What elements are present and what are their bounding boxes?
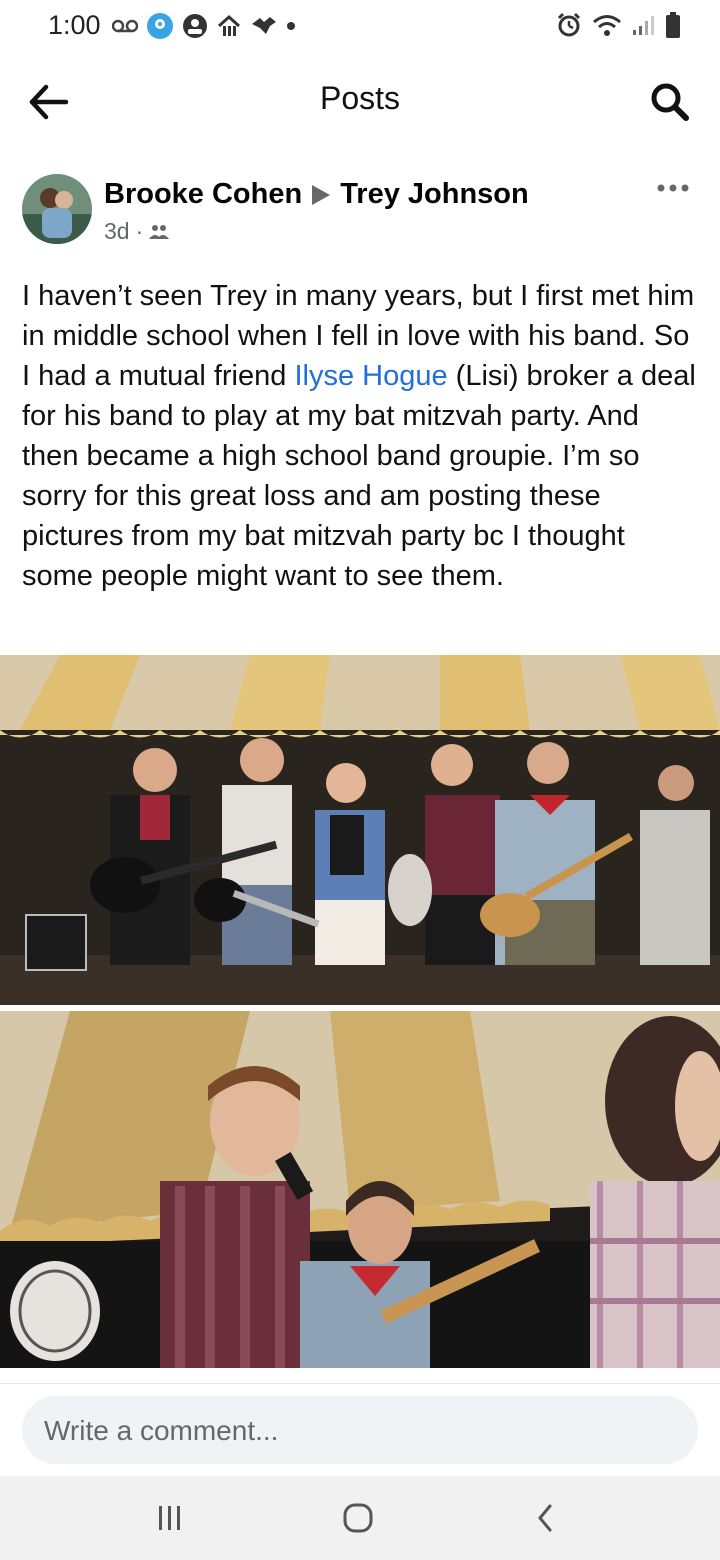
- search-icon: [651, 83, 689, 121]
- home-circle-icon: [343, 1503, 373, 1533]
- arrow-right-icon: [312, 184, 331, 205]
- post-text: I haven’t seen Trey in many years, but I…: [22, 276, 702, 596]
- post-meta: 3d ·: [104, 218, 170, 245]
- status-bar: 1:00: [0, 0, 720, 56]
- home-button[interactable]: [336, 1496, 380, 1540]
- status-icons-right: [556, 12, 680, 38]
- post-photo-2[interactable]: [0, 1011, 720, 1368]
- back-nav-button[interactable]: [524, 1496, 568, 1540]
- home-icon: [217, 14, 241, 36]
- author-line: Brooke Cohen Trey Johnson: [104, 178, 529, 211]
- recent-apps-button[interactable]: [148, 1496, 192, 1540]
- page-title: Posts: [319, 80, 401, 116]
- mention-link[interactable]: Ilyse Hogue: [294, 360, 447, 392]
- author-avatar[interactable]: [22, 174, 92, 244]
- dot-icon: [287, 22, 295, 30]
- search-button[interactable]: [646, 78, 694, 126]
- signal-icon: [633, 16, 654, 35]
- comment-input[interactable]: [42, 1396, 676, 1466]
- post-text-after-link: (Lisi) broker a deal for his band to pla…: [22, 360, 696, 592]
- more-options-button[interactable]: [656, 178, 690, 198]
- bird-icon: [252, 17, 276, 34]
- wifi-icon: [593, 15, 621, 36]
- post-header: Brooke Cohen Trey Johnson 3d ·: [0, 168, 720, 252]
- comment-box[interactable]: [22, 1396, 698, 1466]
- account-icon: [183, 14, 207, 38]
- more-icon: [657, 184, 689, 192]
- author-name[interactable]: Brooke Cohen: [104, 178, 302, 211]
- meta-separator: ·: [135, 218, 144, 244]
- friends-icon: [149, 224, 170, 239]
- alarm-icon: [557, 12, 581, 37]
- recent-apps-icon: [159, 1506, 180, 1530]
- recipient-name[interactable]: Trey Johnson: [340, 178, 529, 211]
- divider: [0, 1383, 720, 1384]
- battery-icon: [666, 12, 680, 38]
- post-photo-1[interactable]: [0, 655, 720, 1005]
- maps-icon: [147, 13, 173, 39]
- chevron-left-icon: [538, 1504, 552, 1532]
- voicemail-icon: [112, 19, 138, 33]
- status-icons-left: [112, 12, 296, 40]
- avatar-photo: [22, 174, 92, 244]
- app-bar: Posts: [0, 56, 720, 144]
- band-photo-1: [0, 655, 720, 1005]
- post-time[interactable]: 3d: [104, 218, 130, 245]
- status-time: 1:00: [48, 10, 101, 40]
- band-photo-2: [0, 1011, 720, 1368]
- navigation-bar: [0, 1476, 720, 1560]
